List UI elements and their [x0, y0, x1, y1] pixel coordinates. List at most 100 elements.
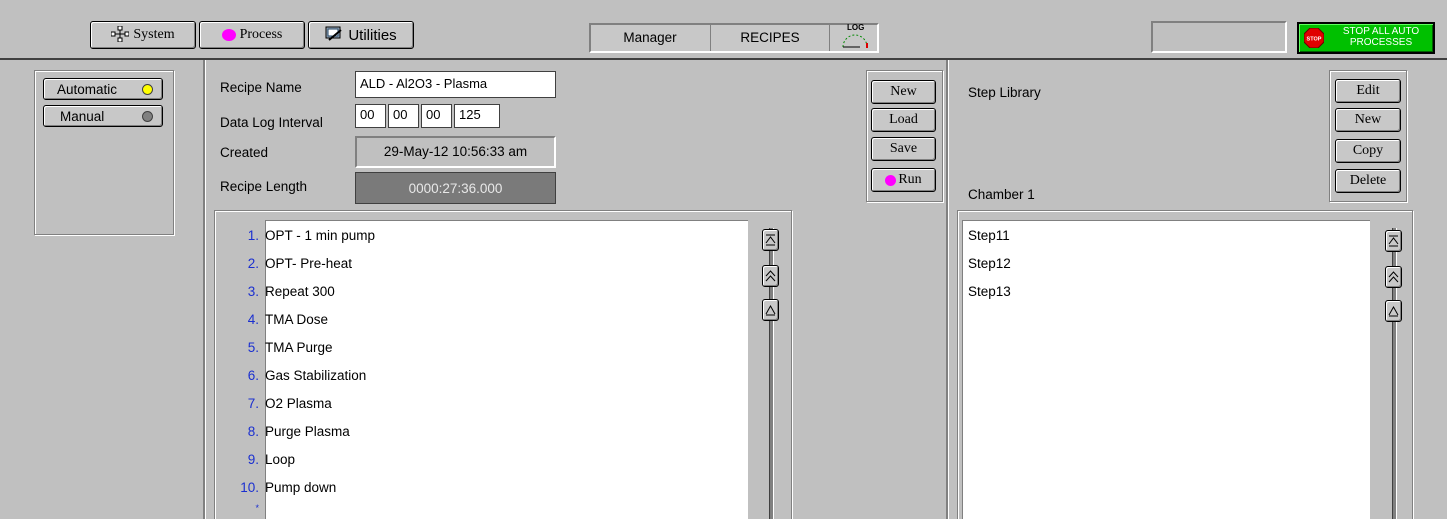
step-number: 2. [247, 255, 259, 271]
process-label: Process [239, 27, 283, 42]
step-list-rows: 1. OPT - 1 min pump 2. OPT- Pre-heat 3. Rep… [223, 221, 748, 515]
chevron-up-icon [1388, 305, 1399, 317]
step-number: 4. [247, 311, 259, 327]
log-label: LOG [847, 23, 865, 32]
run-dot-icon [885, 174, 897, 186]
separator [946, 60, 948, 519]
list-item[interactable]: Step11 [968, 221, 1368, 249]
tools-icon [325, 26, 343, 45]
system-label: System [133, 27, 175, 42]
automatic-button[interactable]: Automatic [43, 78, 163, 100]
chamber-label: Chamber 1 [968, 187, 1035, 202]
divider [829, 24, 830, 51]
chevron-up-icon [765, 304, 776, 316]
step-number: 3. [247, 283, 259, 299]
recipe-name-label: Recipe Name [220, 80, 302, 95]
blank-status-box [1151, 21, 1287, 53]
manual-label: Manual [60, 108, 105, 124]
step-name: Pump down [265, 479, 337, 495]
created-label: Created [220, 145, 269, 160]
log-button[interactable]: LOG [838, 23, 874, 51]
step-name: Purge Plasma [265, 423, 350, 439]
step-name: Loop [265, 451, 296, 467]
scroll-up-button[interactable] [762, 299, 779, 321]
stop-all-button[interactable]: STOP STOP ALL AUTO PROCESSES [1297, 22, 1435, 54]
scroll-top-icon [765, 234, 776, 246]
copy-step-button[interactable]: Copy [1335, 139, 1401, 163]
step-number: 8. [247, 423, 259, 439]
stop-icon-text: STOP [1307, 37, 1322, 43]
step-name: O2 Plasma [265, 395, 332, 411]
new-recipe-button[interactable]: New [871, 80, 936, 104]
step-number: 7. [247, 395, 259, 411]
utilities-label: Utilities [348, 26, 397, 44]
step-name: Repeat 300 [265, 283, 335, 299]
stop-sign-icon: STOP [1303, 27, 1325, 49]
list-item[interactable]: 1. OPT - 1 min pump [223, 221, 748, 249]
manual-button[interactable]: Manual [43, 105, 163, 127]
list-item[interactable]: 2. OPT- Pre-heat [223, 249, 748, 277]
log-interval-hours-field[interactable]: 00 [355, 104, 386, 128]
list-item[interactable]: 5. TMA Purge [223, 333, 748, 361]
step-name: TMA Dose [265, 311, 329, 327]
list-item[interactable]: 4. TMA Dose [223, 305, 748, 333]
list-item[interactable]: 8. Purge Plasma [223, 417, 748, 445]
step-name: OPT - 1 min pump [265, 227, 376, 243]
recipe-name-field[interactable]: ALD - Al2O3 - Plasma [355, 71, 556, 98]
system-button[interactable]: System [90, 21, 196, 49]
step-library-title: Step Library [968, 85, 1041, 100]
manual-indicator-icon [142, 111, 153, 122]
list-item[interactable]: Step13 [968, 277, 1368, 305]
divider [710, 24, 711, 51]
library-scroll-page-up-button[interactable] [1385, 266, 1402, 288]
process-dot-icon [221, 29, 236, 41]
created-value: 29-May-12 10:56:33 am [355, 136, 556, 168]
step-name: OPT- Pre-heat [265, 255, 353, 271]
stop-label: STOP ALL AUTO PROCESSES [1342, 26, 1420, 48]
list-item[interactable]: 9. Loop [223, 445, 748, 473]
new-step-button[interactable]: New [1335, 108, 1401, 132]
log-interval-seconds-field[interactable]: 00 [421, 104, 452, 128]
step-number: 5. [247, 339, 259, 355]
step-number: 10. [240, 479, 259, 495]
scroll-page-up-button[interactable] [762, 265, 779, 287]
step-number: 6. [247, 367, 259, 383]
list-item[interactable]: Step12 [968, 249, 1368, 277]
screen-label: RECIPES [740, 30, 800, 45]
step-number: 1. [247, 227, 259, 243]
list-item[interactable]: 7. O2 Plasma [223, 389, 748, 417]
run-recipe-button[interactable]: Run [871, 168, 936, 192]
list-item[interactable]: * [223, 501, 748, 515]
network-icon [110, 25, 130, 45]
log-gauge-icon [840, 33, 872, 52]
library-scroll-up-button[interactable] [1385, 300, 1402, 322]
recipe-length-value: 0000:27:36.000 [355, 172, 556, 204]
data-log-interval-label: Data Log Interval [220, 115, 323, 130]
library-scroll-top-button[interactable] [1385, 230, 1402, 252]
list-item[interactable]: 6. Gas Stabilization [223, 361, 748, 389]
step-name: TMA Purge [265, 339, 333, 355]
utilities-button[interactable]: Utilities [308, 21, 414, 49]
log-interval-ms-field[interactable]: 125 [454, 104, 500, 128]
step-new-marker: * [255, 503, 259, 513]
automatic-indicator-icon [142, 84, 153, 95]
save-recipe-button[interactable]: Save [871, 137, 936, 161]
step-number: 9. [247, 451, 259, 467]
log-interval-minutes-field[interactable]: 00 [388, 104, 419, 128]
user-label: Manager [623, 30, 677, 45]
scroll-top-icon [1388, 235, 1399, 247]
list-item[interactable]: 10. Pump down [223, 473, 748, 501]
scroll-top-button[interactable] [762, 229, 779, 251]
separator [203, 60, 205, 519]
delete-step-button[interactable]: Delete [1335, 169, 1401, 193]
process-button[interactable]: Process [199, 21, 305, 49]
step-name: Gas Stabilization [265, 367, 367, 383]
edit-step-button[interactable]: Edit [1335, 79, 1401, 103]
run-label: Run [898, 172, 922, 187]
double-chevron-up-icon [1388, 271, 1399, 283]
load-recipe-button[interactable]: Load [871, 108, 936, 132]
library-list-rows: Step11 Step12 Step13 [968, 221, 1368, 305]
list-item[interactable]: 3. Repeat 300 [223, 277, 748, 305]
double-chevron-up-icon [765, 270, 776, 282]
recipe-length-label: Recipe Length [220, 179, 308, 194]
